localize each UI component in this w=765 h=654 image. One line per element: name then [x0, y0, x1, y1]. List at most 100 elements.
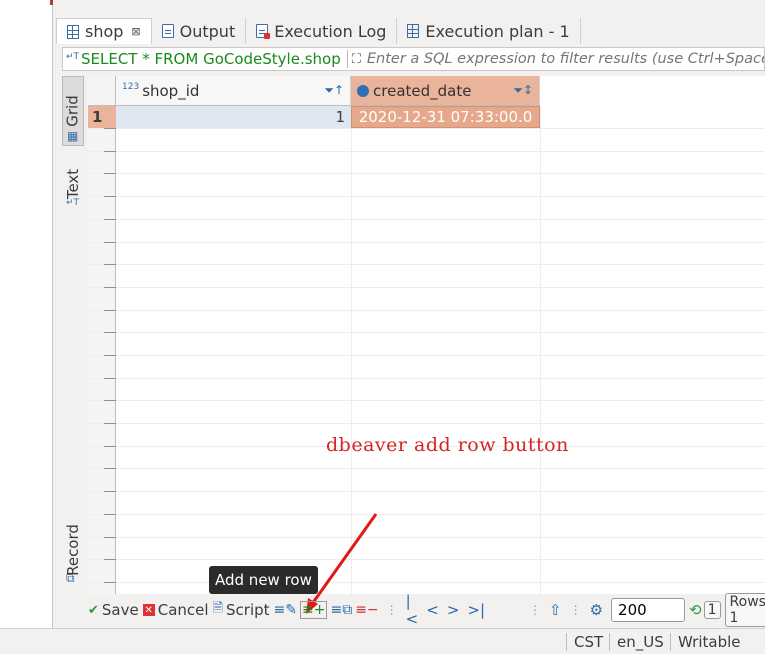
cancel-icon: ✕: [142, 604, 155, 616]
row-number-tick: [104, 196, 116, 197]
close-icon[interactable]: ⊠: [131, 25, 140, 38]
script-button[interactable]: 🗎 Script: [213, 599, 270, 621]
filter-input[interactable]: [366, 51, 764, 67]
active-query-text: SELECT * FROM GoCodeStyle.shop: [81, 50, 341, 68]
row-number-tick: [104, 446, 116, 447]
text-view-icon: ↵T: [66, 198, 80, 208]
row-number-header: [88, 76, 116, 106]
first-page-icon[interactable]: |<: [406, 592, 419, 628]
grid-row-line: [88, 491, 765, 492]
expand-icon[interactable]: ⛶: [352, 52, 361, 67]
grid-row-line: [88, 287, 765, 288]
grid-row-line: [88, 196, 765, 197]
tab-shop[interactable]: shop ⊠: [56, 18, 152, 44]
locale-indicator: en_US: [617, 633, 664, 651]
results-grid[interactable]: 123 shop_id ⏷↑ created_date ⏷↕ 1 1 2020-…: [88, 76, 765, 594]
tab-execution-plan-label: Execution plan - 1: [425, 21, 570, 41]
row-number-tick: [104, 378, 116, 379]
side-tab-record-label: Record: [64, 524, 83, 576]
previous-page-icon[interactable]: <: [426, 601, 439, 619]
column-header-created-date[interactable]: created_date ⏷↕: [351, 76, 540, 106]
grid-row-line: [88, 355, 765, 356]
sort-filter-icon[interactable]: ⏷↕: [513, 83, 533, 98]
filter-bar: ↵T SELECT * FROM GoCodeStyle.shop ⛶: [62, 47, 765, 71]
status-divider: [670, 633, 671, 651]
add-row-tooltip: Add new row: [209, 566, 318, 594]
grid-row-line: [88, 242, 765, 243]
row-number-tick: [104, 310, 116, 311]
check-icon: ✔: [88, 602, 99, 618]
row-number-tick: [104, 582, 116, 583]
side-tab-record[interactable]: Record ⧉: [62, 512, 84, 588]
edit-mode-indicator: Writable: [678, 633, 741, 651]
grid-view-icon: ▦: [67, 129, 79, 143]
column-header-created-date-label: created_date: [373, 81, 472, 100]
execution-log-icon: [256, 24, 271, 39]
grid-row-line: [88, 537, 765, 538]
save-label: Save: [101, 601, 139, 619]
background-window-marker: [50, 0, 53, 5]
cell-created-date[interactable]: 2020-12-31 07:33:00.0: [351, 106, 540, 128]
row-number-tick: [104, 173, 116, 174]
annotation-caption: dbeaver add row button: [326, 434, 569, 456]
script-label: Script: [226, 601, 270, 619]
copy-row-icon[interactable]: ≡⧉: [330, 602, 352, 618]
column-header-shop-id-label: shop_id: [142, 81, 200, 100]
query-icon: ↵T: [66, 52, 80, 62]
fetch-count-button[interactable]: 1: [703, 601, 721, 619]
settings-gear-icon[interactable]: ⚙: [590, 601, 603, 619]
row-number-column: [88, 76, 116, 594]
execution-plan-icon: [407, 24, 420, 38]
filter-divider: [346, 50, 348, 68]
next-page-icon[interactable]: >: [447, 601, 460, 619]
active-query[interactable]: ↵T SELECT * FROM GoCodeStyle.shop: [63, 50, 341, 68]
tab-execution-log-label: Execution Log: [274, 21, 387, 41]
toolbar-separator: ⋮: [569, 603, 582, 617]
grid-row-line: [88, 378, 765, 379]
record-view-icon: ⧉: [66, 571, 75, 585]
row-number-tick: [104, 491, 116, 492]
edit-row-icon[interactable]: ≡✎: [274, 602, 297, 618]
side-tab-grid[interactable]: Grid ▦: [62, 76, 84, 146]
side-tab-text-label: Text: [64, 168, 82, 200]
export-icon[interactable]: ⇧: [549, 601, 562, 619]
results-toolbar: ✔ Save ✕ Cancel 🗎 Script ≡✎ ≡+ ≡⧉ ≡− ⋮ |…: [88, 592, 765, 628]
grid-row-line: [88, 514, 765, 515]
row-number-tick: [104, 423, 116, 424]
grid-column-line: [351, 106, 352, 594]
row-number-tick: [104, 537, 116, 538]
numeric-type-icon: 123: [122, 81, 140, 92]
grid-row-line: [88, 151, 765, 152]
row-number-tick: [104, 219, 116, 220]
grid-icon: [67, 24, 79, 39]
fetch-size-input[interactable]: [611, 598, 686, 622]
result-tabs: shop ⊠ Output Execution Log Execution pl…: [56, 18, 765, 44]
refresh-icon[interactable]: ⟲: [689, 601, 702, 619]
row-number-tick: [104, 264, 116, 265]
grid-row-line: [88, 219, 765, 220]
add-row-icon[interactable]: ≡+: [300, 601, 328, 619]
script-icon: 🗎: [212, 601, 224, 616]
column-header-shop-id[interactable]: 123 shop_id ⏷↑: [116, 76, 351, 106]
sort-filter-icon[interactable]: ⏷↑: [324, 83, 344, 98]
last-page-icon[interactable]: >|: [467, 601, 485, 619]
row-number-tick: [104, 287, 116, 288]
grid-row-line: [88, 264, 765, 265]
toolbar-separator: ⋮: [385, 603, 398, 617]
tab-execution-log[interactable]: Execution Log: [246, 18, 398, 44]
cell-shop-id[interactable]: 1: [116, 106, 351, 128]
side-tab-text[interactable]: Text ↵T: [62, 154, 84, 214]
tab-execution-plan[interactable]: Execution plan - 1: [397, 18, 581, 44]
tab-output[interactable]: Output: [152, 18, 247, 44]
delete-row-icon[interactable]: ≡−: [355, 602, 378, 618]
row-number-tick: [104, 559, 116, 560]
cancel-button[interactable]: ✕ Cancel: [142, 601, 209, 619]
row-number-tick: [104, 332, 116, 333]
row-number-tick: [104, 355, 116, 356]
grid-row-line: [88, 559, 765, 560]
toolbar-separator: ⋮: [529, 603, 542, 617]
save-button[interactable]: ✔ Save: [88, 601, 139, 619]
row-number-cell[interactable]: 1: [88, 106, 116, 128]
results-editor: shop ⊠ Output Execution Log Execution pl…: [56, 0, 765, 628]
grid-row-line: [88, 423, 765, 424]
